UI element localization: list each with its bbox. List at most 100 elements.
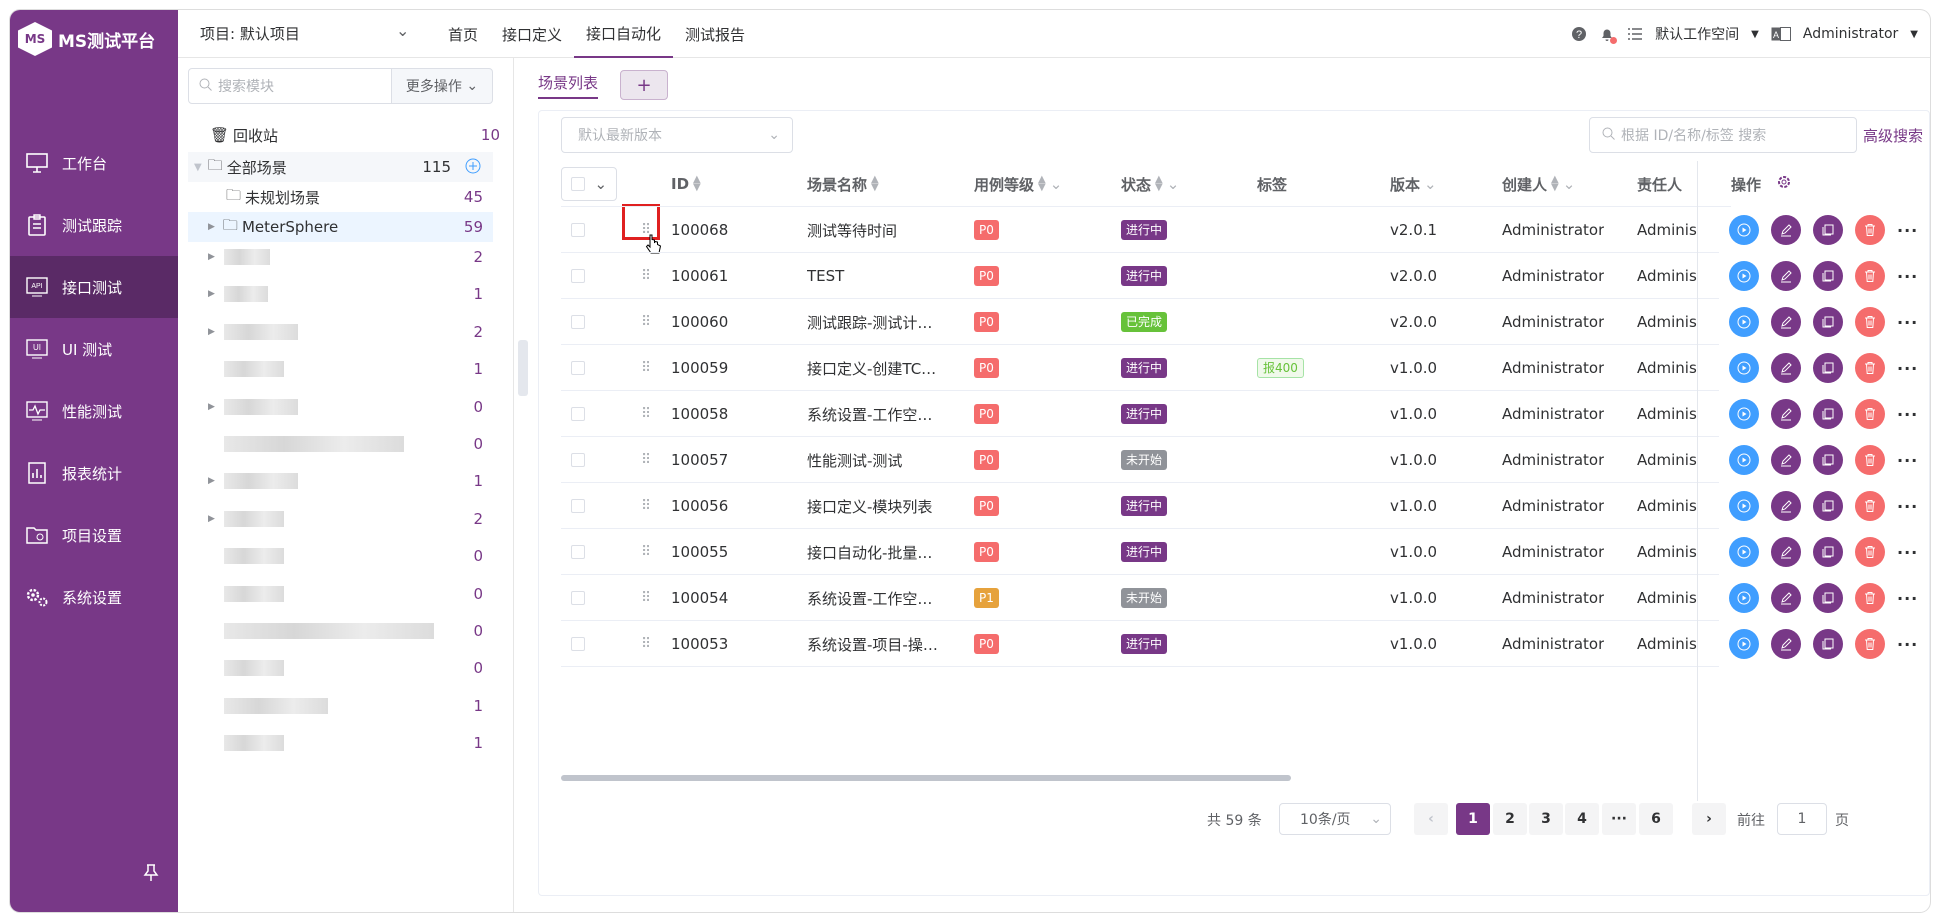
tree-node-hidden[interactable]: 0 [188,653,493,683]
row-checkbox[interactable] [571,223,585,237]
run-icon[interactable] [1729,537,1759,567]
nav-item-5[interactable]: 报表统计 [10,442,178,504]
drag-handle-icon[interactable]: ⠿ [641,207,649,253]
table-row[interactable]: ⠿ 100059 接口定义-创建TC… P0 进行中 报400 v1.0.0 Administ… [561,345,1921,391]
tree-node-hidden[interactable]: 1 [188,354,493,384]
tree-node-hidden[interactable]: ▶ 2 [188,504,493,534]
copy-icon[interactable] [1813,261,1843,291]
row-checkbox[interactable] [571,407,585,421]
cell-name[interactable]: 系统设置-工作空… [807,391,957,437]
nav-item-2[interactable]: API 接口测试 [10,256,178,318]
edit-icon[interactable] [1771,629,1801,659]
delete-icon[interactable] [1855,353,1885,383]
page-button[interactable]: ··· [1602,803,1636,835]
delete-icon[interactable] [1855,583,1885,613]
select-all-dropdown[interactable]: ⌄ [561,161,619,207]
cell-name[interactable]: 测试等待时间 [807,207,957,253]
edit-icon[interactable] [1771,583,1801,613]
row-checkbox-cell[interactable] [571,529,585,575]
page-button[interactable]: 2 [1493,803,1527,835]
delete-icon[interactable] [1855,307,1885,337]
sort-icon[interactable]: ▲ ▼ [1155,175,1163,193]
cell-name[interactable]: 接口定义-模块列表 [807,483,957,529]
row-checkbox-cell[interactable] [571,621,585,667]
row-checkbox-cell[interactable] [571,391,585,437]
delete-icon[interactable] [1855,537,1885,567]
table-row[interactable]: ⠿ 100060 测试跟踪-测试计… P0 已完成 v2.0.0 Administrator… [561,299,1921,345]
row-checkbox[interactable] [571,269,585,283]
more-icon[interactable]: ··· [1897,543,1918,562]
module-search-input[interactable]: 搜索模块 [188,68,392,104]
goto-page-input[interactable]: 1 [1777,803,1827,835]
copy-icon[interactable] [1813,445,1843,475]
more-icon[interactable]: ··· [1897,313,1918,332]
copy-icon[interactable] [1813,215,1843,245]
page-button[interactable]: 6 [1639,803,1673,835]
cell-name[interactable]: 接口定义-创建TC… [807,345,957,391]
more-icon[interactable]: ··· [1897,635,1918,654]
tree-node-hidden[interactable]: 1 [188,728,493,758]
row-checkbox-cell[interactable] [571,575,585,621]
select-all-checkbox[interactable] [570,177,585,191]
edit-icon[interactable] [1771,399,1801,429]
nav-item-7[interactable]: 系统设置 [10,566,178,628]
col-creator[interactable]: 创建人 ▲ ▼ ⌄ [1502,161,1575,207]
run-icon[interactable] [1729,261,1759,291]
sort-icon[interactable]: ▲ ▼ [1038,175,1046,193]
nav-item-4[interactable]: 性能测试 [10,380,178,442]
page-size-select[interactable]: 10条/页 ⌄ [1279,803,1391,835]
caret-right-icon[interactable]: ▶ [208,252,215,262]
nav-item-6[interactable]: 项目设置 [10,504,178,566]
more-icon[interactable]: ··· [1897,589,1918,608]
drag-handle-icon[interactable]: ⠿ [641,345,649,391]
more-icon[interactable]: ··· [1897,497,1918,516]
add-circle-icon[interactable] [465,158,481,178]
delete-icon[interactable] [1855,629,1885,659]
pin-icon[interactable] [143,864,159,887]
edit-icon[interactable] [1771,307,1801,337]
caret-right-icon[interactable]: ▶ [208,402,215,412]
row-checkbox-cell[interactable] [571,345,585,391]
run-icon[interactable] [1729,445,1759,475]
cell-name[interactable]: 测试跟踪-测试计… [807,299,957,345]
run-icon[interactable] [1729,215,1759,245]
workspace-selector[interactable]: 默认工作空间 [1655,24,1739,44]
page-button[interactable]: 1 [1456,803,1490,835]
caret-right-icon[interactable]: ▶ [208,222,215,232]
version-select[interactable]: 默认最新版本 ⌄ [561,117,793,153]
sort-icon[interactable]: ▲ ▼ [871,175,879,193]
more-icon[interactable]: ··· [1897,359,1918,378]
table-row[interactable]: ⠿ 100055 接口自动化-批量… P0 进行中 v1.0.0 Administrator… [561,529,1921,575]
row-checkbox[interactable] [571,315,585,329]
tree-collapse-handle[interactable] [518,340,528,396]
tree-node-hidden[interactable]: ▶ 1 [188,466,493,496]
filter-icon[interactable]: ⌄ [1563,175,1576,193]
filter-icon[interactable]: ⌄ [1167,175,1180,193]
more-icon[interactable]: ··· [1897,267,1918,286]
edit-icon[interactable] [1771,491,1801,521]
row-checkbox[interactable] [571,637,585,651]
delete-icon[interactable] [1855,491,1885,521]
tree-node-unplanned[interactable]: 🗀 未规划场景 45 [226,182,493,212]
table-row[interactable]: ⠿ 100057 性能测试-测试 P0 未开始 v1.0.0 Administrator Ad… [561,437,1921,483]
project-selector[interactable]: 项目: 默认项目 [200,23,300,44]
tree-node-hidden[interactable]: ▶ 1 [188,279,493,309]
row-checkbox[interactable] [571,591,585,605]
copy-icon[interactable] [1813,307,1843,337]
table-row[interactable]: ⠿ 100058 系统设置-工作空… P0 进行中 v1.0.0 Administrator… [561,391,1921,437]
row-checkbox[interactable] [571,361,585,375]
drag-handle-icon[interactable]: ⠿ [641,575,649,621]
table-row[interactable]: ⠿ 100053 系统设置-项目-操… P0 进行中 v1.0.0 Administrato… [561,621,1921,667]
cell-name[interactable]: 接口自动化-批量… [807,529,957,575]
menu-test-report[interactable]: 测试报告 [673,10,757,58]
caret-down-icon[interactable]: ▼ [1751,29,1759,40]
page-button[interactable]: 3 [1529,803,1563,835]
tree-node-hidden[interactable]: ▶ 2 [188,242,493,272]
tree-node-hidden[interactable]: ▶ 2 [188,317,493,347]
delete-icon[interactable] [1855,445,1885,475]
tree-node-hidden[interactable]: 1 [188,691,493,721]
copy-icon[interactable] [1813,353,1843,383]
tree-node-hidden[interactable]: 0 [188,616,493,646]
copy-icon[interactable] [1813,399,1843,429]
col-name[interactable]: 场景名称 ▲ ▼ [807,161,879,207]
